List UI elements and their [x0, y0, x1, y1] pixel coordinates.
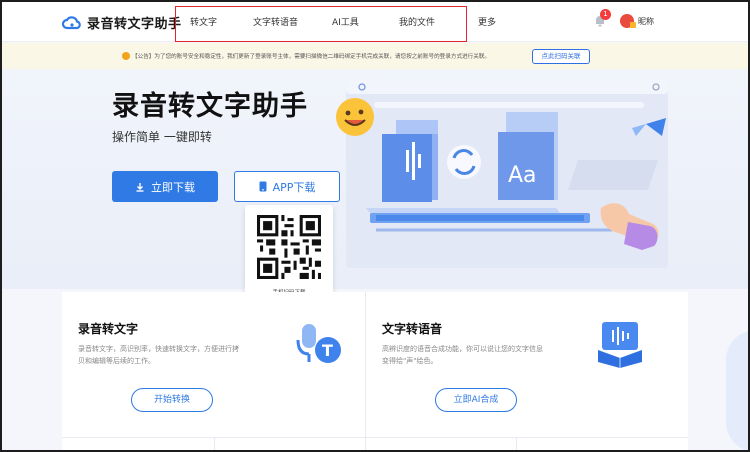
announcement-icon — [122, 52, 130, 60]
nav-item-my-files[interactable]: 我的文件 — [399, 15, 435, 28]
phone-icon — [259, 181, 267, 192]
app-name: 录音转文字助手 — [87, 17, 182, 32]
announcement-bar: 【公告】为了您的账号安全和稳定性，我们更新了登录账号主体，需要扫描微信二维码绑定… — [2, 43, 748, 69]
start-transcribe-button[interactable]: 开始转换 — [131, 388, 213, 412]
nav-item-more[interactable]: 更多 — [478, 15, 496, 28]
book-audio-icon — [598, 322, 642, 368]
ai-synthesize-button[interactable]: 立即AI合成 — [435, 388, 517, 412]
notification-badge: 1 — [600, 9, 611, 20]
user-nickname[interactable]: 昵称 — [638, 16, 654, 27]
card-divider — [365, 292, 366, 452]
card-desc-line: 高辨识度的语音合成功能，你可以说让您的文字信息 — [382, 345, 543, 353]
download-button-label: 立即下载 — [151, 180, 195, 194]
app-logo[interactable]: 录音转文字助手 — [62, 13, 182, 32]
app-download-button-label: APP下载 — [272, 180, 316, 194]
feature-cards — [62, 292, 688, 452]
qr-code-popup: 手机扫码下载 — [245, 205, 333, 303]
vip-tag-icon — [630, 22, 636, 28]
hero-illustration: Aa — [346, 80, 668, 268]
card-row-divider — [62, 437, 688, 438]
download-button[interactable]: 立即下载 — [112, 171, 218, 202]
svg-text:Aa: Aa — [508, 163, 537, 188]
svg-text:T: T — [322, 341, 333, 360]
card-desc-tts: 高辨识度的语音合成功能，你可以说让您的文字信息 变得绘"声"绘色。 — [382, 343, 543, 367]
card-title-transcribe: 录音转文字 — [78, 322, 139, 336]
hero-subtitle: 操作简单 一键即转 — [112, 130, 212, 144]
hero-title: 录音转文字助手 — [112, 91, 308, 122]
grid-divider — [365, 438, 366, 452]
download-icon — [136, 182, 144, 192]
nav-item-transcribe[interactable]: 转文字 — [190, 15, 217, 28]
announcement-text: 【公告】为了您的账号安全和稳定性，我们更新了登录账号主体，需要扫描微信二维码绑定… — [132, 54, 491, 60]
nav-item-ai-tools[interactable]: AI工具 — [332, 15, 359, 28]
app-download-button[interactable]: APP下载 — [234, 171, 340, 202]
smiley-emoji-icon — [336, 98, 374, 136]
card-desc-line: 变得绘"声"绘色。 — [382, 357, 438, 365]
card-title-tts: 文字转语音 — [382, 322, 443, 336]
mic-text-icon: T — [296, 324, 341, 363]
cloud-logo-icon — [62, 15, 81, 29]
card-desc-transcribe: 录音转文字，高识别率，快速转换文字，方便进行拷 贝和编辑等后续的工作。 — [78, 343, 239, 367]
grid-divider — [214, 438, 215, 452]
card-desc-line: 录音转文字，高识别率，快速转换文字，方便进行拷 — [78, 345, 239, 353]
grid-divider — [516, 438, 517, 452]
qr-code-image — [257, 215, 321, 279]
nav-item-text-to-speech[interactable]: 文字转语音 — [253, 15, 298, 28]
card-desc-line: 贝和编辑等后续的工作。 — [78, 357, 155, 365]
side-decoration — [726, 330, 750, 452]
scan-link-button[interactable]: 点此扫码关联 — [532, 49, 590, 64]
